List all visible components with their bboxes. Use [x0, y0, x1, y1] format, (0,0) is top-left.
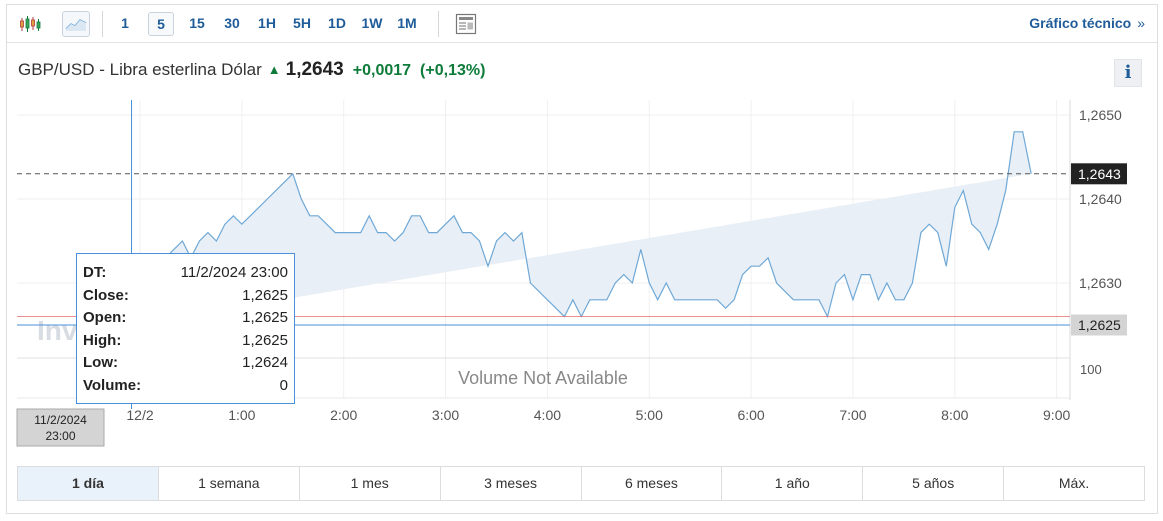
x-tick-label: 7:00 [839, 407, 866, 423]
volume-axis-label: 100 [1080, 362, 1102, 377]
range-1-day[interactable]: 1 día [18, 467, 159, 500]
range-1-year[interactable]: 1 año [722, 467, 864, 500]
range-max[interactable]: Máx. [1004, 467, 1144, 500]
tooltip-row-high: High: 1,2625 [83, 331, 288, 349]
range-1-month[interactable]: 1 mes [299, 467, 441, 500]
x-tick-label: 8:00 [941, 407, 968, 423]
tooltip-row-open: Open: 1,2625 [83, 309, 288, 327]
y-tick-label: 1,2630 [1079, 275, 1122, 291]
range-1-week[interactable]: 1 semana [158, 467, 300, 500]
x-tick-label: 1:00 [228, 407, 255, 423]
time-range-tabs: 1 día 1 semana 1 mes 3 meses 6 meses 1 a… [17, 466, 1145, 501]
x-tick-label: 3:00 [432, 407, 459, 423]
x-tick-label: 2:00 [330, 407, 357, 423]
x-axis: 12/2 1:00 2:00 3:00 4:00 5:00 6:00 7:00 8:00 9:00 [126, 407, 1070, 423]
x-tick-label: 5:00 [636, 407, 663, 423]
tooltip-row-volume: Volume: 0 [83, 376, 288, 394]
range-6-months[interactable]: 6 meses [581, 467, 723, 500]
x-tick-label: 9:00 [1043, 407, 1070, 423]
current-price-tag: 1,2643 [1071, 163, 1127, 185]
x-tick-label: 12/2 [126, 407, 153, 423]
current-price-tag-label: 1,2643 [1078, 166, 1121, 182]
x-tick-label: 6:00 [737, 407, 764, 423]
tooltip-row-close: Close: 1,2625 [83, 286, 288, 304]
y-tick-label: 1,2650 [1079, 107, 1122, 123]
tooltip-row-date: DT: 11/2/2024 23:00 [83, 264, 288, 281]
data-tooltip: DT: 11/2/2024 23:00 Close: 1,2625 Open: 1,2… [76, 253, 295, 404]
crosshair-price-tag: 1,2625 [1071, 314, 1127, 336]
crosshair-time-label: 23:00 [45, 429, 75, 443]
watermark: Inv [37, 315, 78, 346]
y-tick-label: 1,2640 [1079, 191, 1122, 207]
crosshair-price-tag-label: 1,2625 [1078, 317, 1121, 333]
tooltip-row-low: Low: 1,2624 [83, 354, 288, 372]
range-5-years[interactable]: 5 años [863, 467, 1005, 500]
y-axis: 1,2650 1,2640 1,2630 [1079, 107, 1122, 291]
crosshair-date-label: 11/2/2024 [34, 413, 87, 427]
crosshair-time-tag: 11/2/2024 23:00 [16, 408, 105, 447]
x-tick-label: 4:00 [534, 407, 561, 423]
volume-not-available-label: Volume Not Available [458, 368, 628, 388]
range-3-months[interactable]: 3 meses [440, 467, 582, 500]
